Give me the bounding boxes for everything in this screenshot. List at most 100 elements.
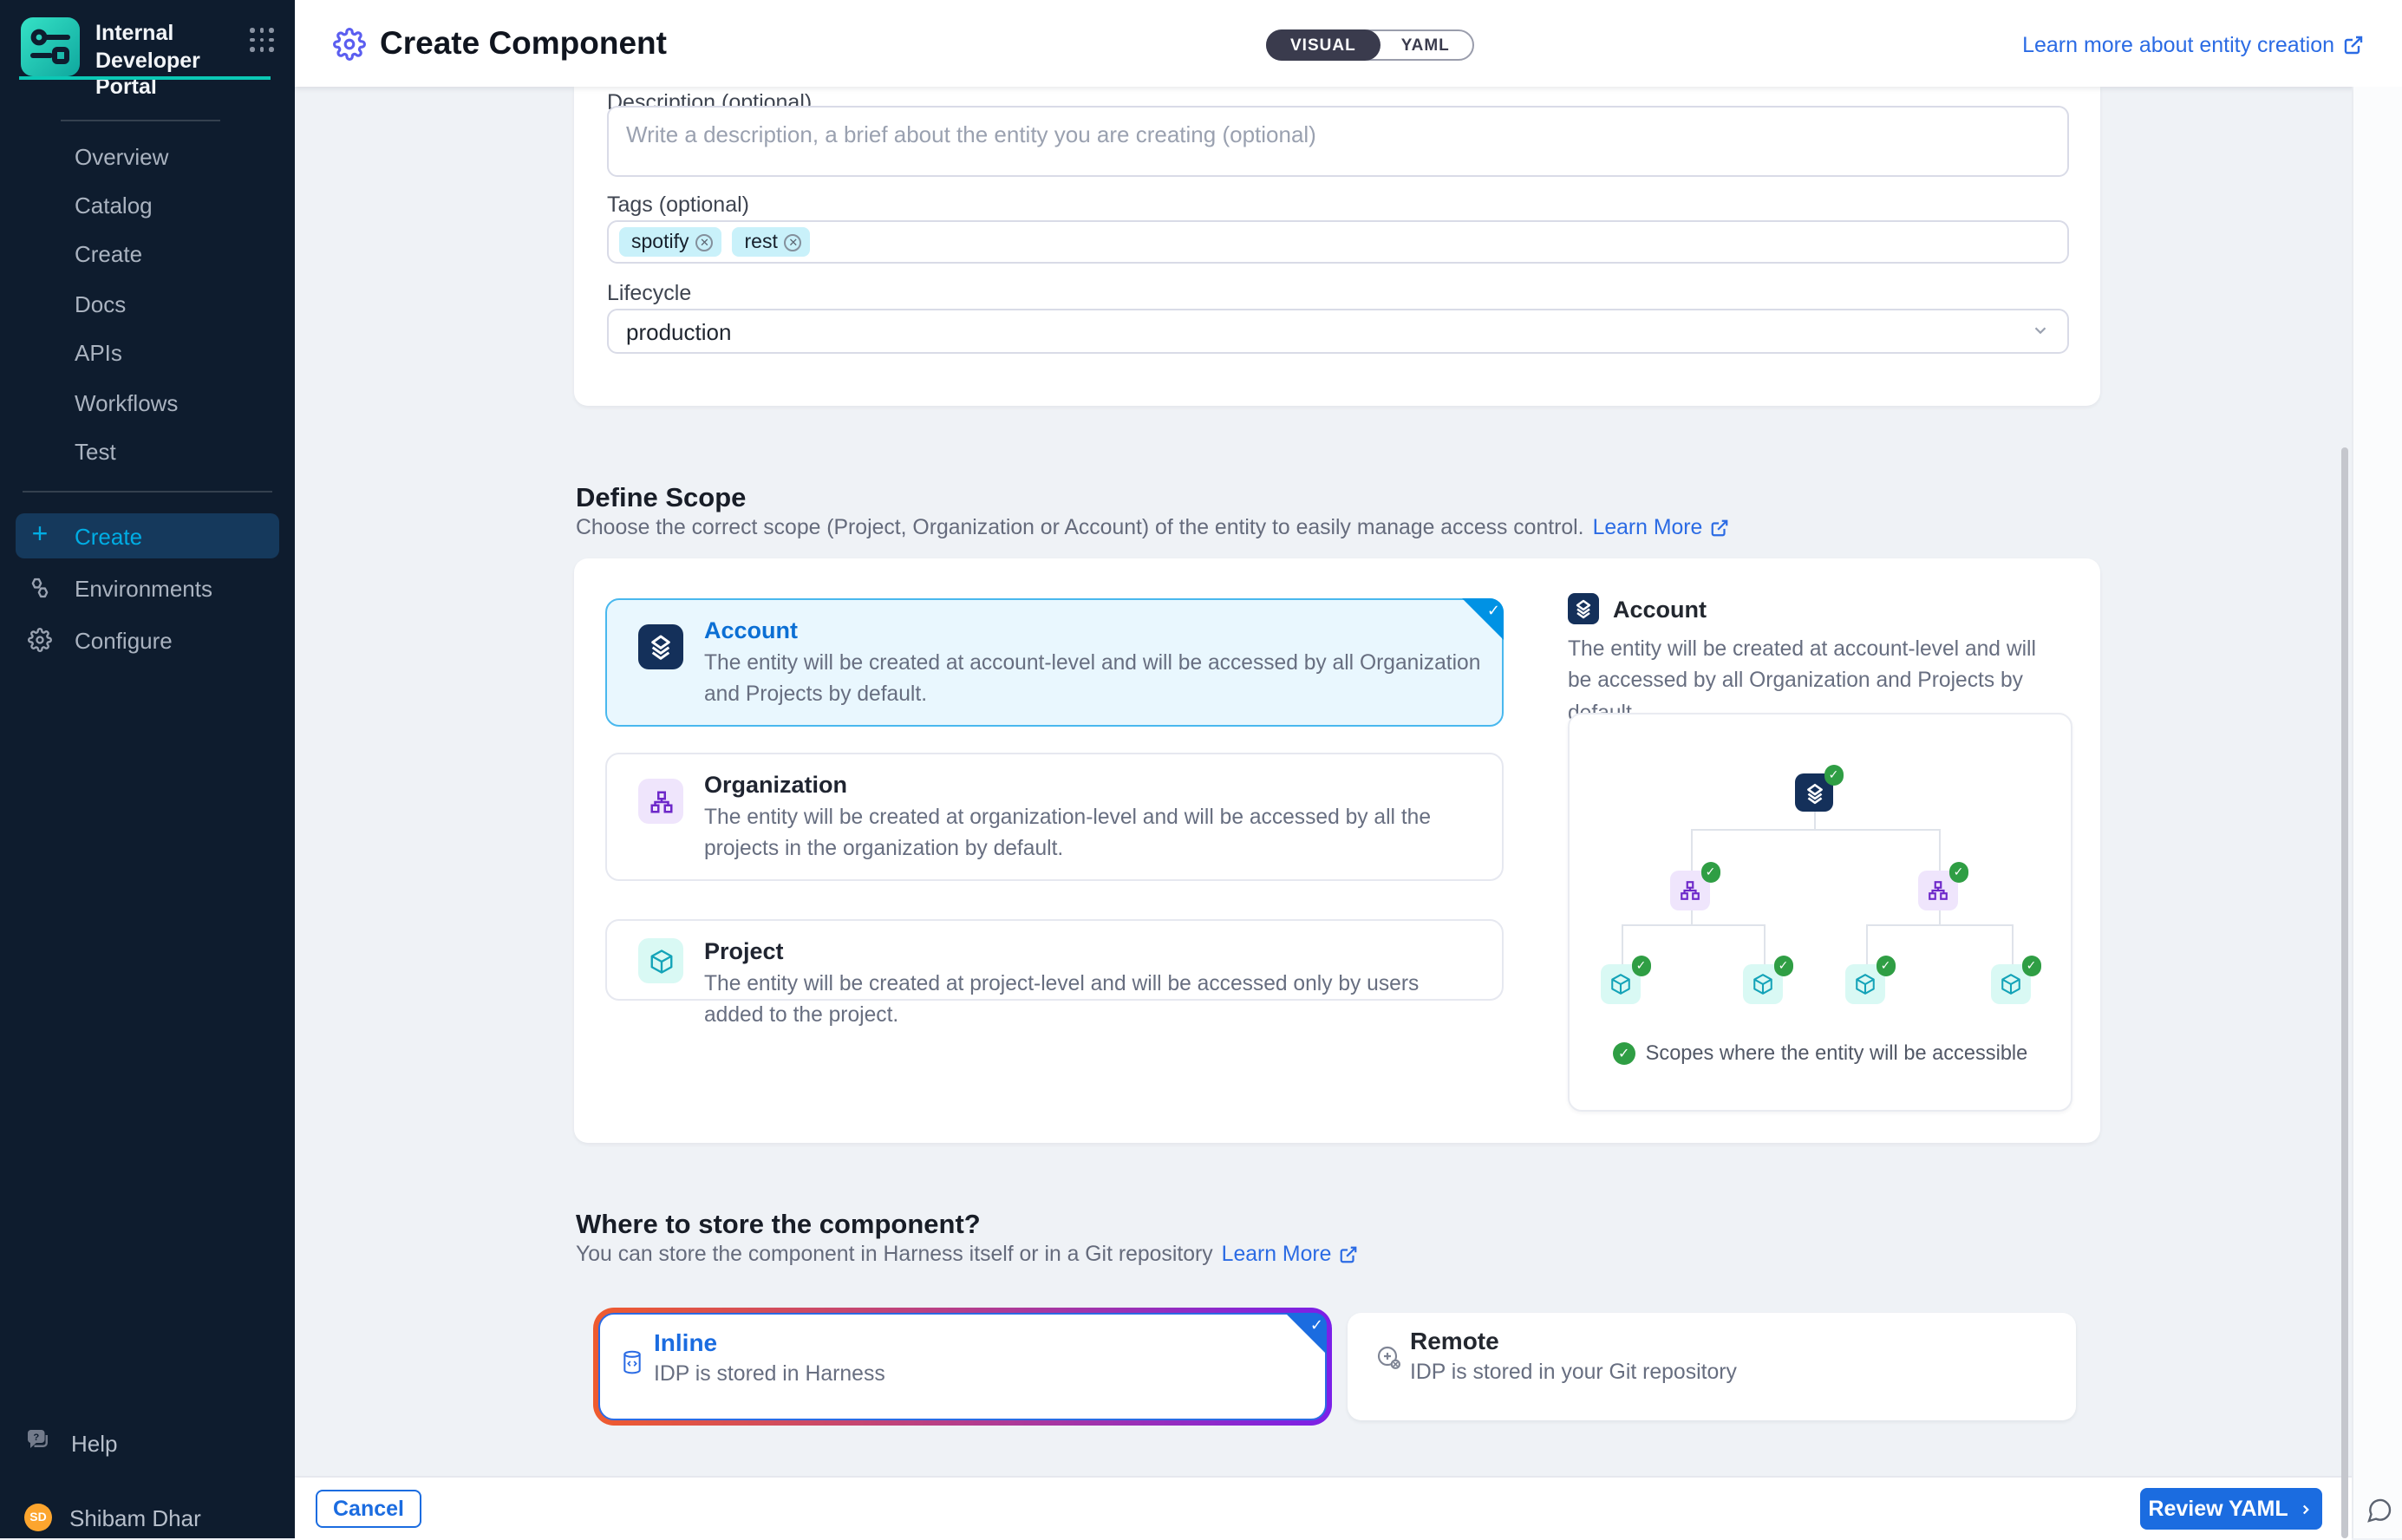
sidebar-action-create[interactable]: + Create xyxy=(16,513,279,558)
tag-chip: spotify ✕ xyxy=(619,227,722,257)
external-link-icon xyxy=(1709,518,1728,537)
storage-title: Where to store the component? xyxy=(576,1210,981,1242)
chevron-right-icon xyxy=(2299,1501,2314,1517)
visual-yaml-toggle: VISUAL YAML xyxy=(1266,29,1474,61)
scope-option-description: The entity will be created at project-le… xyxy=(704,968,1481,1031)
lifecycle-select[interactable]: production xyxy=(607,309,2069,354)
external-link-icon xyxy=(2343,35,2364,55)
tag-chip-label: rest xyxy=(745,232,778,252)
scope-option-title: Project xyxy=(704,938,784,964)
help-chat-icon: ? xyxy=(24,1427,55,1458)
project-cube-icon xyxy=(638,938,683,983)
remove-tag-icon[interactable]: ✕ xyxy=(696,233,714,251)
tree-project-node: ✓ xyxy=(1845,964,1885,1004)
tree-account-node: ✓ xyxy=(1795,773,1833,812)
user-menu[interactable]: SD Shibam Dhar xyxy=(16,1495,279,1540)
check-badge-icon: ✓ xyxy=(1631,956,1651,976)
scope-option-project[interactable]: Project The entity will be created at pr… xyxy=(605,919,1504,1001)
vertical-scrollbar[interactable] xyxy=(2341,447,2348,1538)
tree-project-node: ✓ xyxy=(1991,964,2031,1004)
check-badge-icon: ✓ xyxy=(1876,956,1896,976)
sidebar: Internal Developer Portal Overview Catal… xyxy=(0,0,295,1538)
remove-tag-icon[interactable]: ✕ xyxy=(785,233,802,251)
scope-tree-diagram: ✓ ✓ ✓ ✓ ✓ xyxy=(1568,713,2072,1112)
sidebar-item-apis[interactable]: APIs xyxy=(0,329,295,378)
scope-option-account[interactable]: Account The entity will be created at ac… xyxy=(605,598,1504,727)
main-area: Create Component VISUAL YAML Learn more … xyxy=(295,0,2402,1538)
footer-action-bar: Cancel Review YAML xyxy=(295,1476,2352,1540)
brand-title: Internal Developer Portal xyxy=(95,21,231,102)
selected-check-icon: ✓ xyxy=(1462,598,1504,640)
tree-project-node: ✓ xyxy=(1601,964,1641,1004)
define-scope-subtitle: Choose the correct scope (Project, Organ… xyxy=(576,515,1728,539)
user-name: Shibam Dhar xyxy=(69,1504,201,1530)
storage-subtitle: You can store the component in Harness i… xyxy=(576,1242,1357,1266)
external-link-icon xyxy=(1338,1244,1357,1263)
storage-subtitle-text: You can store the component in Harness i… xyxy=(576,1242,1213,1266)
review-yaml-label: Review YAML xyxy=(2148,1497,2288,1521)
right-rail xyxy=(2352,87,2402,1538)
inline-database-icon xyxy=(621,1349,643,1384)
avatar: SD xyxy=(24,1504,52,1531)
harness-idp-logo-icon xyxy=(21,17,80,76)
sidebar-action-environments[interactable]: Environments xyxy=(16,565,279,610)
toggle-visual[interactable]: VISUAL xyxy=(1266,29,1380,61)
chevron-down-icon xyxy=(2031,318,2050,344)
page-title: Create Component xyxy=(380,24,667,62)
chat-bubble-icon[interactable] xyxy=(2366,1497,2393,1533)
review-yaml-button[interactable]: Review YAML xyxy=(2140,1488,2322,1530)
sidebar-action-create-label: Create xyxy=(75,523,142,549)
tree-organization-node: ✓ xyxy=(1918,871,1958,910)
toggle-yaml[interactable]: YAML xyxy=(1379,31,1472,59)
storage-option-description: IDP is stored in Harness xyxy=(654,1361,885,1386)
cancel-button[interactable]: Cancel xyxy=(316,1490,421,1528)
sidebar-item-catalog[interactable]: Catalog xyxy=(0,181,295,231)
description-input[interactable] xyxy=(607,106,2069,177)
scope-tree-caption: ✓ Scopes where the entity will be access… xyxy=(1570,1041,2071,1065)
scope-learn-more-link[interactable]: Learn More xyxy=(1593,515,1729,539)
check-badge-icon: ✓ xyxy=(1948,862,1968,882)
account-layers-icon xyxy=(1568,593,1599,624)
lifecycle-label: Lifecycle xyxy=(607,281,691,305)
selected-check-icon: ✓ xyxy=(1285,1313,1327,1354)
entity-details-card: Description (optional) Tags (optional) s… xyxy=(574,87,2100,406)
sidebar-item-create[interactable]: Create xyxy=(0,231,295,280)
tags-label: Tags (optional) xyxy=(607,192,749,217)
help-label: Help xyxy=(71,1430,118,1456)
scope-option-organization[interactable]: Organization The entity will be created … xyxy=(605,753,1504,881)
component-gear-icon xyxy=(333,27,366,60)
learn-more-entity-creation-link[interactable]: Learn more about entity creation xyxy=(2022,33,2364,57)
brand-row: Internal Developer Portal xyxy=(21,17,274,102)
scope-preview-header: Account xyxy=(1568,593,1707,624)
check-badge-icon: ✓ xyxy=(1824,765,1844,785)
sidebar-action-environments-label: Environments xyxy=(75,575,212,601)
check-badge-icon: ✓ xyxy=(1700,862,1720,882)
scope-option-description: The entity will be created at account-le… xyxy=(704,647,1481,710)
scope-option-title: Organization xyxy=(704,772,847,798)
lifecycle-value: production xyxy=(626,318,731,344)
app-switcher-icon[interactable] xyxy=(250,28,274,52)
check-badge-icon: ✓ xyxy=(1613,1041,1635,1064)
storage-learn-more-link[interactable]: Learn More xyxy=(1222,1242,1358,1266)
gear-icon xyxy=(26,628,54,652)
scope-panel: Account The entity will be created at ac… xyxy=(574,558,2100,1143)
help-button[interactable]: ? Help xyxy=(16,1420,279,1465)
storage-option-inline[interactable]: Inline IDP is stored in Harness ✓ xyxy=(598,1313,1327,1420)
storage-option-description: IDP is stored in your Git repository xyxy=(1410,1360,1737,1384)
learn-more-entity-creation-label: Learn more about entity creation xyxy=(2022,33,2334,57)
sidebar-item-test[interactable]: Test xyxy=(0,427,295,477)
storage-option-title: Inline xyxy=(654,1328,717,1356)
sidebar-action-configure[interactable]: Configure xyxy=(16,617,279,662)
storage-option-inline-highlight-ring: Inline IDP is stored in Harness ✓ xyxy=(593,1308,1332,1426)
scope-option-title: Account xyxy=(704,617,798,643)
app-window: Internal Developer Portal Overview Catal… xyxy=(0,0,2402,1538)
nav-divider xyxy=(61,120,220,121)
define-scope-subtitle-text: Choose the correct scope (Project, Organ… xyxy=(576,515,1584,539)
sidebar-item-overview[interactable]: Overview xyxy=(0,132,295,181)
page-header: Create Component VISUAL YAML Learn more … xyxy=(295,0,2402,87)
tags-input[interactable]: spotify ✕ rest ✕ xyxy=(607,220,2069,264)
sidebar-item-workflows[interactable]: Workflows xyxy=(0,378,295,427)
sidebar-item-docs[interactable]: Docs xyxy=(0,279,295,329)
brand-underline xyxy=(19,76,271,80)
storage-option-remote[interactable]: Remote IDP is stored in your Git reposit… xyxy=(1348,1313,2076,1420)
